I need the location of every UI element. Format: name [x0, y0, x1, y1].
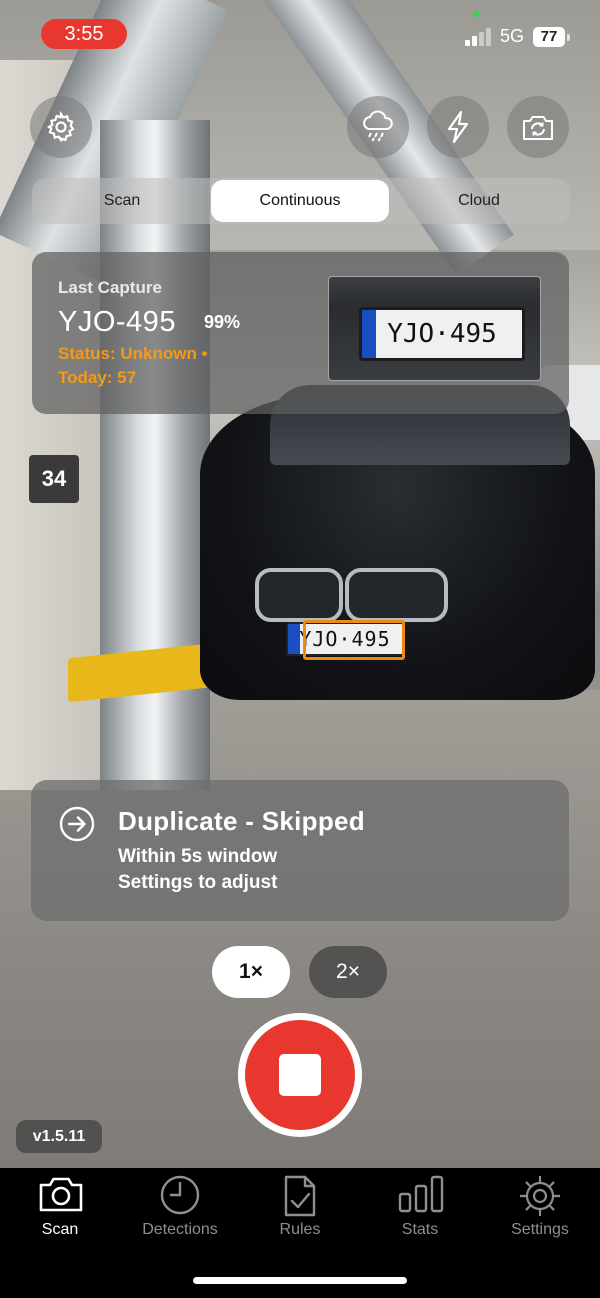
bar-chart-icon: [398, 1175, 444, 1213]
tab-label: Settings: [511, 1221, 569, 1238]
cellular-signal-icon: [465, 28, 493, 46]
zoom-2x-button[interactable]: 2×: [309, 946, 387, 998]
document-check-icon: [284, 1175, 316, 1217]
weather-button[interactable]: [347, 96, 409, 158]
toast-message-line-1: Within 5s window: [118, 846, 278, 867]
lightning-bolt-icon: [447, 110, 469, 144]
settings-button[interactable]: [30, 96, 92, 158]
camera-icon: [39, 1177, 83, 1212]
record-button-fill: [245, 1020, 355, 1130]
tab-label: Stats: [401, 1221, 439, 1238]
duplicate-toast[interactable]: Duplicate - Skipped Within 5s window Set…: [31, 780, 569, 921]
arrow-right-circle-icon: [59, 806, 95, 842]
camera-viewfinder[interactable]: YJO·495 34: [0, 0, 600, 1168]
network-type: 5G: [500, 26, 525, 46]
version-badge: v1.5.11: [16, 1120, 102, 1153]
mode-cloud[interactable]: Cloud: [389, 178, 569, 224]
plate-detection-box: [303, 620, 405, 660]
cloud-rain-icon: [363, 110, 393, 142]
capture-confidence: 99%: [204, 312, 241, 332]
tab-rules[interactable]: Rules: [240, 1168, 360, 1248]
stop-icon: [279, 1054, 321, 1096]
parking-spot-number: 34: [29, 455, 79, 503]
capture-status: Status: Unknown •: [58, 344, 208, 363]
car-grille-right: [345, 568, 448, 622]
last-capture-label: Last Capture: [58, 278, 162, 297]
tab-stats[interactable]: Stats: [360, 1168, 480, 1248]
thumbnail-plate-text: YJO·495: [359, 307, 525, 361]
home-indicator[interactable]: [193, 1277, 407, 1284]
clock-icon: [160, 1175, 200, 1215]
privacy-indicator: [473, 11, 479, 17]
mode-continuous[interactable]: Continuous: [211, 180, 389, 222]
car-grille-left: [255, 568, 343, 622]
last-capture-card[interactable]: Last Capture YJO-495 99% Status: Unknown…: [32, 252, 569, 414]
tab-label: Scan: [41, 1221, 79, 1238]
tab-label: Detections: [142, 1221, 218, 1238]
tab-scan[interactable]: Scan: [0, 1168, 120, 1248]
captured-plate-number: YJO-495: [58, 306, 176, 338]
plate-thumbnail[interactable]: YJO·495: [328, 276, 541, 381]
tab-detections[interactable]: Detections: [120, 1168, 240, 1248]
toast-title: Duplicate - Skipped: [118, 806, 365, 836]
zoom-1x-button[interactable]: 1×: [212, 946, 290, 998]
status-time: 3:55: [41, 19, 127, 49]
record-stop-button[interactable]: [238, 1013, 362, 1137]
battery-level: 77: [533, 27, 565, 47]
tab-label: Rules: [279, 1221, 321, 1238]
mode-selector: Scan Continuous Cloud: [32, 178, 570, 224]
camera-switch-icon: [523, 116, 553, 140]
tab-settings[interactable]: Settings: [480, 1168, 600, 1248]
switch-camera-button[interactable]: [507, 96, 569, 158]
mode-scan[interactable]: Scan: [32, 178, 212, 224]
flash-button[interactable]: [427, 96, 489, 158]
gear-icon: [520, 1176, 560, 1216]
capture-today-count: Today: 57: [58, 368, 137, 387]
toast-message-line-2: Settings to adjust: [118, 872, 278, 893]
gear-icon: [46, 111, 75, 143]
battery-tip: [567, 34, 570, 41]
